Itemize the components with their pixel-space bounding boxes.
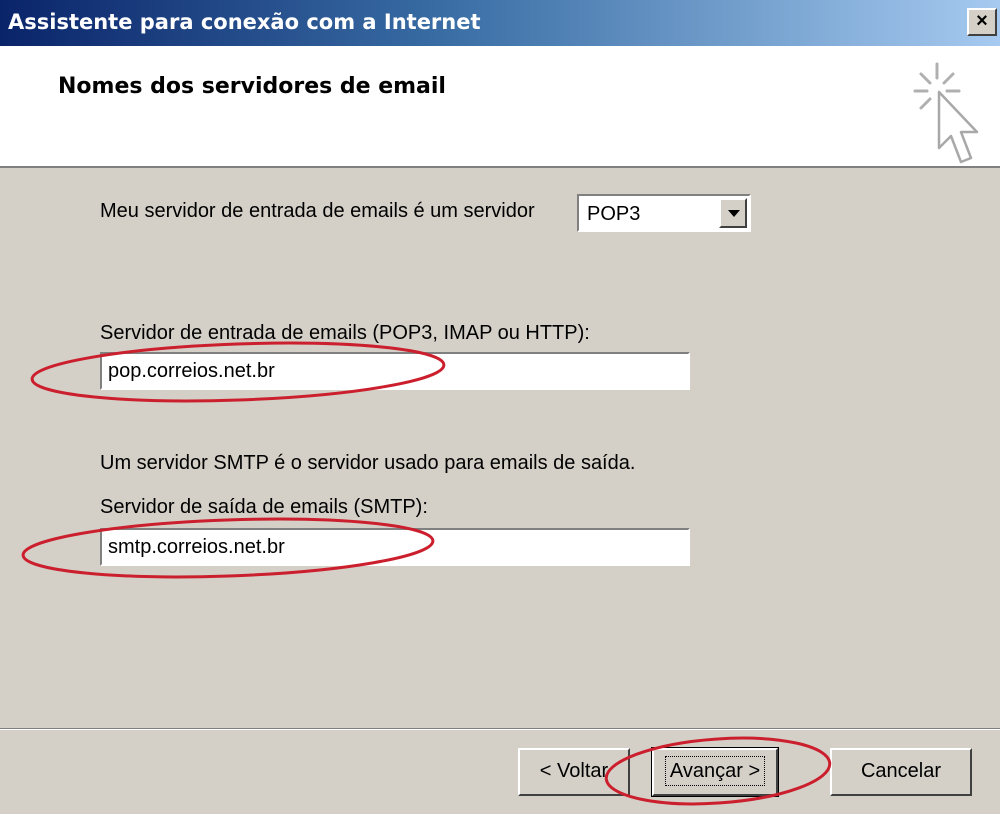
next-button-label: Avançar > (664, 756, 766, 786)
smtp-info-text: Um servidor SMTP é o servidor usado para… (100, 452, 636, 474)
wizard-cursor-icon (913, 62, 979, 164)
title-bar: Assistente para conexão com a Internet × (0, 0, 1000, 46)
incoming-server-label: Servidor de entrada de emails (POP3, IMA… (100, 322, 590, 344)
chevron-down-icon[interactable] (719, 198, 747, 228)
back-button[interactable]: < Voltar (518, 748, 630, 796)
server-type-label: Meu servidor de entrada de emails é um s… (100, 200, 535, 222)
cancel-button[interactable]: Cancelar (830, 748, 972, 796)
wizard-header: Nomes dos servidores de email (0, 46, 1000, 168)
close-button[interactable]: × (967, 8, 997, 36)
outgoing-server-label: Servidor de saída de emails (SMTP): (100, 496, 428, 518)
server-type-value: POP3 (587, 203, 641, 225)
next-button[interactable]: Avançar > (651, 747, 779, 797)
cancel-button-label: Cancelar (860, 760, 942, 782)
close-icon: × (976, 10, 988, 32)
incoming-server-input[interactable] (100, 352, 690, 390)
footer-divider (0, 728, 1000, 730)
outgoing-server-input[interactable] (100, 528, 690, 566)
page-title: Nomes dos servidores de email (58, 74, 446, 99)
window-title: Assistente para conexão com a Internet (8, 10, 481, 34)
back-button-label: < Voltar (539, 760, 609, 782)
server-type-select[interactable]: POP3 (577, 194, 751, 232)
